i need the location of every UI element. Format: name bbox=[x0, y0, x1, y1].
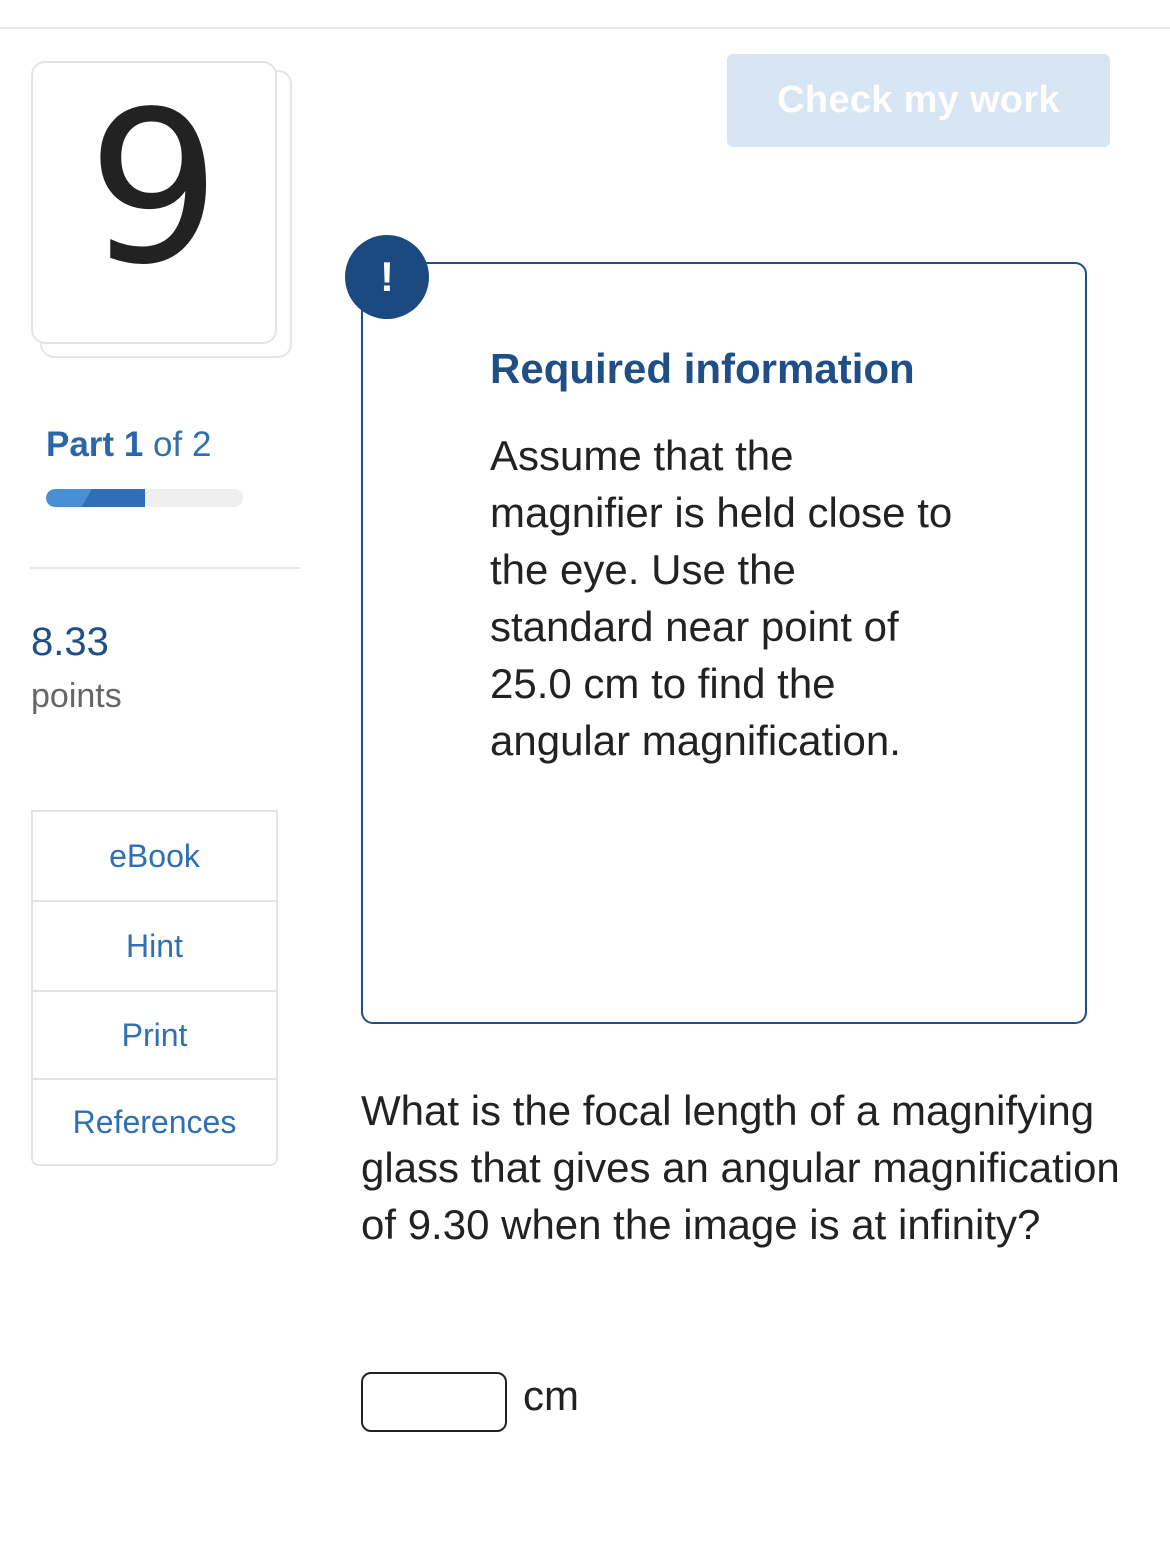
question-number-card: 9 bbox=[31, 61, 277, 344]
ebook-link[interactable]: eBook bbox=[33, 812, 276, 902]
required-information-title: Required information bbox=[490, 345, 915, 392]
sidebar-divider bbox=[30, 567, 300, 569]
alert-icon: ! bbox=[345, 235, 429, 319]
points-value: 8.33 bbox=[31, 620, 109, 664]
references-link[interactable]: References bbox=[33, 1080, 276, 1164]
question-number: 9 bbox=[87, 65, 221, 311]
check-my-work-button[interactable]: Check my work bbox=[727, 54, 1110, 147]
part-indicator: Part 1 of 2 bbox=[46, 425, 211, 465]
part-progress-bar bbox=[46, 489, 243, 507]
part-word: Part bbox=[46, 425, 115, 464]
part-total: of 2 bbox=[153, 425, 212, 464]
top-divider bbox=[0, 27, 1170, 29]
required-information-text: Assume that the magnifier is held close … bbox=[490, 432, 953, 764]
answer-input[interactable] bbox=[361, 1372, 507, 1432]
answer-unit: cm bbox=[523, 1372, 579, 1419]
part-current: 1 bbox=[123, 425, 144, 464]
question-text: What is the focal length of a magnifying… bbox=[361, 1087, 1120, 1248]
print-link[interactable]: Print bbox=[33, 992, 276, 1080]
points-label: points bbox=[31, 677, 122, 715]
part-progress-fill bbox=[46, 489, 145, 507]
question-tools: eBook Hint Print References bbox=[31, 810, 278, 1166]
hint-link[interactable]: Hint bbox=[33, 902, 276, 992]
